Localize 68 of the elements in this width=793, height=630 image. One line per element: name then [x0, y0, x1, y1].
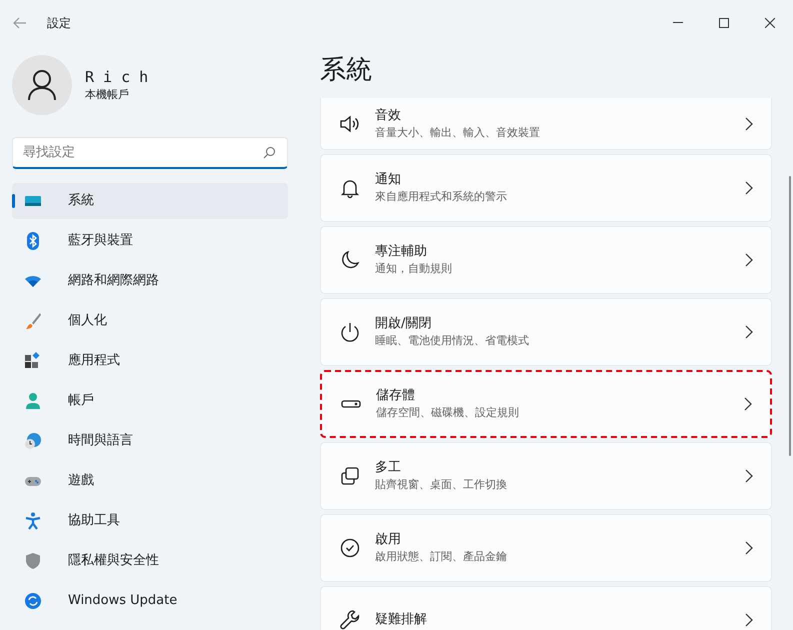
brush-icon: [24, 312, 42, 330]
card-subtitle: 儲存空間、磁碟機、設定規則: [376, 405, 520, 421]
accessibility-icon: [24, 512, 42, 530]
settings-card[interactable]: 音效 音量大小、輸出、輸入、音效裝置: [320, 98, 772, 150]
sidebar-item[interactable]: 時間與語言: [12, 423, 288, 459]
sidebar-item[interactable]: 應用程式: [12, 343, 288, 379]
card-subtitle: 貼齊視窗、桌面、工作切換: [375, 477, 508, 493]
account-type: 本機帳戶: [85, 86, 130, 103]
sidebar-item[interactable]: 遊戲: [12, 463, 288, 499]
windows-icon: [339, 465, 361, 487]
power-icon: [339, 321, 361, 343]
sidebar-item[interactable]: 個人化: [12, 303, 288, 339]
sidebar-item[interactable]: 協助工具: [12, 503, 288, 539]
window-title: 設定: [47, 14, 71, 32]
chevron-right-icon: [744, 397, 752, 411]
card-subtitle: 睡眠、電池使用情況、省電模式: [375, 333, 530, 349]
settings-card[interactable]: 疑難排解: [320, 586, 772, 630]
card-subtitle: 通知，自動規則: [375, 261, 453, 277]
check-circle-icon: [339, 537, 361, 559]
chevron-right-icon: [745, 613, 753, 627]
card-title: 多工: [375, 459, 402, 477]
selection-indicator: [12, 194, 15, 208]
settings-card[interactable]: 啟用 啟用狀態、訂閱、產品金鑰: [320, 514, 772, 582]
update-icon: [24, 592, 42, 610]
search-icon: [263, 146, 276, 159]
card-subtitle: 來自應用程式和系統的警示: [375, 189, 508, 205]
moon-icon: [339, 249, 361, 271]
card-subtitle: 音量大小、輸出、輸入、音效裝置: [375, 124, 541, 140]
settings-card[interactable]: 通知 來自應用程式和系統的警示: [320, 154, 772, 222]
back-arrow-icon[interactable]: [13, 16, 27, 28]
card-title: 儲存體: [376, 387, 416, 405]
account-name: R i c h: [85, 66, 148, 87]
person-icon: [24, 392, 42, 410]
wrench-icon: [339, 609, 361, 630]
bluetooth-icon: [24, 232, 42, 250]
card-title: 通知: [375, 171, 402, 189]
search-field[interactable]: 尋找設定: [12, 137, 288, 169]
sidebar-item[interactable]: 隱私權與安全性: [12, 543, 288, 579]
shield-icon: [24, 552, 42, 570]
sidebar-item[interactable]: 帳戶: [12, 383, 288, 419]
chevron-right-icon: [745, 469, 753, 483]
chevron-right-icon: [745, 181, 753, 195]
card-title: 疑難排解: [375, 611, 428, 629]
card-title: 專注輔助: [375, 243, 428, 261]
apps-icon: [24, 352, 42, 370]
chevron-right-icon: [745, 253, 753, 267]
globe-clock-icon: [24, 432, 42, 450]
person-outline-icon: [27, 69, 57, 101]
settings-card[interactable]: 多工 貼齊視窗、桌面、工作切換: [320, 442, 772, 510]
chevron-right-icon: [745, 116, 753, 130]
scrollbar[interactable]: [789, 176, 791, 456]
settings-card[interactable]: 儲存體 儲存空間、磁碟機、設定規則: [320, 370, 772, 438]
chevron-right-icon: [745, 541, 753, 555]
card-title: 啟用: [375, 531, 402, 549]
chevron-right-icon: [745, 325, 753, 339]
page-title: 系統: [320, 54, 373, 87]
maximize-icon: [719, 18, 729, 28]
card-subtitle: 啟用狀態、訂閱、產品金鑰: [375, 549, 508, 565]
settings-card[interactable]: 開啟/關閉 睡眠、電池使用情況、省電模式: [320, 298, 772, 366]
sidebar-item[interactable]: 網路和網際網路: [12, 263, 288, 299]
minimize-icon: [673, 22, 683, 23]
settings-card[interactable]: 專注輔助 通知，自動規則: [320, 226, 772, 294]
sidebar-item[interactable]: 系統: [12, 183, 288, 219]
sidebar-item[interactable]: 藍牙與裝置: [12, 223, 288, 259]
sidebar-item[interactable]: Windows Update: [12, 583, 288, 619]
close-icon: [765, 18, 775, 28]
card-title: 開啟/關閉: [375, 315, 432, 333]
card-title: 音效: [375, 106, 402, 124]
